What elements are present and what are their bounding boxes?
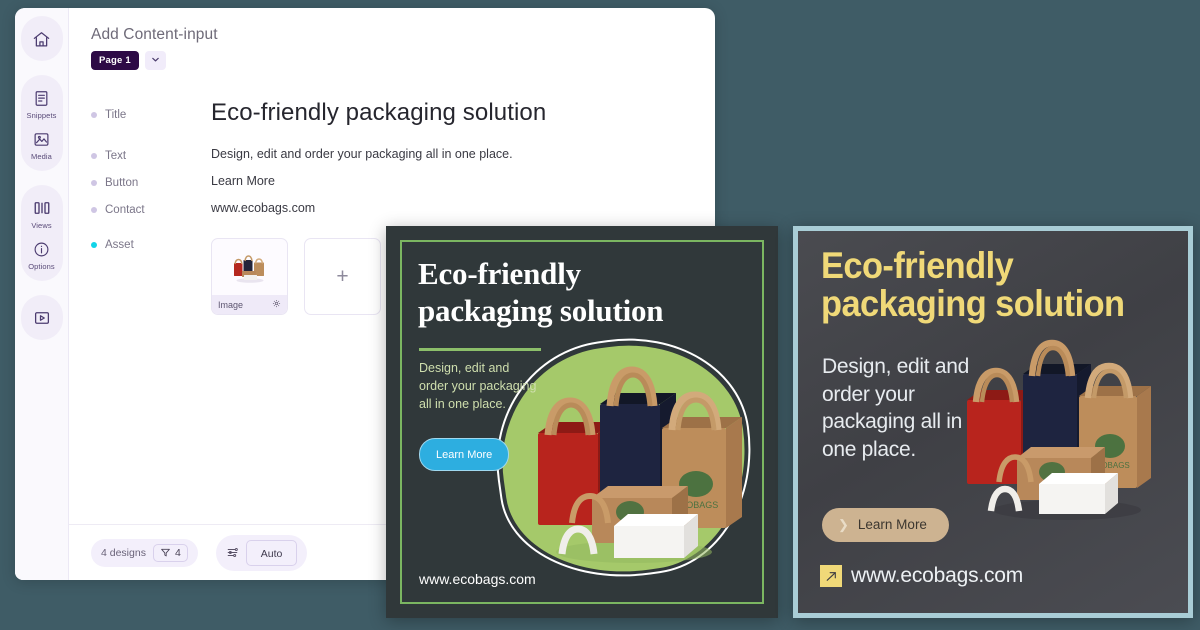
auto-settings-pill[interactable]: Auto [215, 534, 308, 571]
field-row-button: Button Learn More [91, 174, 715, 189]
field-label-cell-button: Button [91, 174, 211, 189]
asset-list: Image + [211, 238, 381, 316]
rail-label-media: Media [31, 151, 52, 161]
gear-icon[interactable] [272, 299, 281, 310]
design-slate-contact: www.ecobags.com [820, 564, 1023, 588]
design-green-divider [419, 348, 541, 351]
options-icon [31, 238, 53, 260]
design-slate-cta-button[interactable]: ❯ Learn More [822, 508, 949, 542]
rail-item-media[interactable]: Media [21, 123, 63, 164]
design-preview-green[interactable]: ECOBAGS Eco-friendly packaging solution … [386, 226, 778, 618]
rail-group-preview [20, 295, 63, 340]
filter-icon [160, 547, 171, 558]
sliders-icon [226, 546, 239, 559]
rail-group-home [20, 16, 63, 61]
design-slate-url: www.ecobags.com [851, 564, 1024, 587]
field-status-dot [91, 180, 97, 187]
field-label-cell-contact: Contact [91, 201, 211, 216]
design-green-cta-label: Learn More [436, 449, 493, 461]
field-status-dot [91, 112, 97, 118]
rail-item-options[interactable]: Options [21, 233, 63, 274]
snippets-icon [31, 87, 53, 109]
field-row-contact: Contact www.ecobags.com [91, 201, 715, 216]
field-status-dot [91, 153, 97, 160]
home-icon [31, 28, 53, 50]
asset-thumbnail-preview [212, 239, 287, 295]
media-icon [31, 128, 53, 150]
field-label-asset: Asset [105, 239, 134, 252]
rail-label-views: Views [31, 220, 52, 230]
rail-item-preview[interactable] [21, 302, 63, 333]
rail-group-content: Snippets Media [20, 75, 63, 171]
field-label-cell-title: Title [91, 100, 211, 121]
page-selector: Page 1 [91, 51, 715, 70]
field-row-text: Text Design, edit and order your packagi… [91, 147, 715, 162]
bags-thumb-icon [233, 255, 264, 284]
field-value-contact[interactable]: www.ecobags.com [211, 201, 315, 215]
design-green-cta-button[interactable]: Learn More [419, 438, 510, 471]
field-value-button[interactable]: Learn More [211, 174, 275, 188]
field-label-contact: Contact [105, 204, 145, 217]
designs-count: 4 [174, 546, 181, 559]
design-green-url: www.ecobags.com [419, 571, 536, 587]
field-label-text: Text [105, 150, 127, 163]
design-green-title: Eco-friendly packaging solution [418, 256, 664, 328]
chevron-right-icon: ❯ [838, 517, 849, 532]
field-value-title[interactable]: Eco-friendly packaging solution [211, 99, 546, 126]
auto-label: Auto [260, 547, 283, 560]
rail-label-snippets: Snippets [26, 110, 57, 120]
field-label-button: Button [105, 177, 139, 190]
field-row-title: Title Eco-friendly packaging solution [91, 99, 715, 126]
design-slate-body: Design, edit and order your packaging al… [822, 355, 969, 462]
design-preview-slate[interactable]: ECOBAGS Eco-friendly packaging solution [793, 226, 1193, 618]
asset-thumbnail[interactable]: Image [211, 238, 288, 316]
designs-count-pill[interactable]: 4 designs 4 [91, 538, 198, 567]
page-title: Add Content-input [91, 26, 218, 43]
field-label-title: Title [105, 109, 127, 121]
design-green-body: Design, edit and order your packaging al… [419, 361, 537, 411]
rail-label-options: Options [28, 261, 55, 271]
designs-filter-box[interactable]: 4 [152, 543, 188, 562]
field-value-text[interactable]: Design, edit and order your packaging al… [211, 147, 513, 161]
auto-button[interactable]: Auto [245, 539, 298, 566]
rail-item-home[interactable] [21, 23, 63, 54]
rail-item-views[interactable]: Views [21, 192, 63, 233]
field-label-cell-asset: Asset [91, 236, 211, 251]
rail-item-snippets[interactable]: Snippets [21, 82, 63, 123]
field-label-cell-text: Text [91, 147, 211, 162]
screen-root: Snippets Media Views Options Add Content… [0, 0, 1200, 630]
add-asset-button[interactable]: + [304, 238, 381, 316]
design-slate-cta-label: Learn More [857, 517, 927, 532]
left-icon-rail: Snippets Media Views Options [15, 8, 69, 580]
design-slate-title: Eco-friendly packaging solution [821, 245, 1125, 325]
asset-thumbnail-footer: Image [212, 295, 287, 315]
play-icon [31, 307, 53, 329]
chevron-down-icon [150, 52, 161, 70]
rail-group-tools: Views Options [20, 185, 63, 281]
link-arrow-icon [820, 565, 842, 587]
field-status-dot-active [91, 242, 97, 249]
page-chip[interactable]: Page 1 [91, 51, 139, 70]
field-status-dot [91, 207, 97, 214]
designs-label: 4 designs [101, 546, 146, 559]
page-dropdown-button[interactable] [144, 51, 166, 70]
asset-thumbnail-label: Image [218, 299, 244, 310]
views-icon [31, 197, 53, 219]
